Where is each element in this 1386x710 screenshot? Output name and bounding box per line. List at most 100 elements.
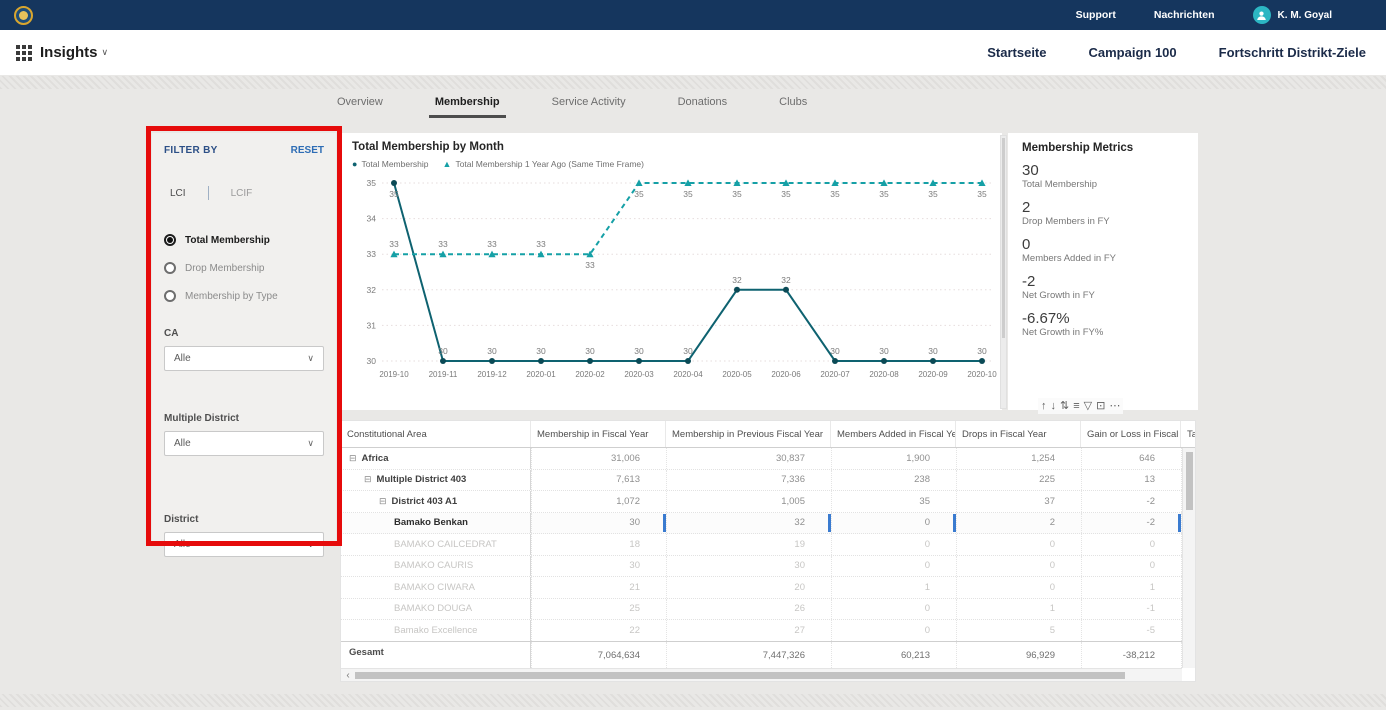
dropdown-select-ca[interactable]: Alle∨	[164, 346, 324, 371]
focus-mode-icon[interactable]: ⊡	[1096, 399, 1105, 413]
table-row-bamako-cauris[interactable]: BAMAKO CAURIS3030000	[341, 556, 1182, 578]
table-row-bamako-ciwara[interactable]: BAMAKO CIWARA2120101	[341, 577, 1182, 599]
scrollbar-thumb[interactable]	[355, 672, 1125, 679]
cell-value: 22	[531, 620, 666, 641]
filter-icon[interactable]: ▽	[1084, 399, 1092, 413]
y-axis-label: 34	[367, 214, 377, 224]
appbar-link-startseite[interactable]: Startseite	[987, 45, 1046, 60]
app-bar: Insights ∨ Startseite Campaign 100 Fortsch…	[0, 30, 1386, 75]
toggle-divider	[208, 186, 209, 200]
navbar-link-nachrichten[interactable]: Nachrichten	[1154, 9, 1215, 21]
radio-icon	[164, 262, 176, 274]
chevron-down-icon: ∨	[307, 438, 314, 449]
dropdown-group-multiple-district: Multiple DistrictAlle∨	[164, 413, 324, 456]
appbar-link-fortschritt-distrikt-ziele[interactable]: Fortschritt Distrikt-Ziele	[1219, 45, 1366, 60]
texture-band-top	[0, 76, 1386, 89]
top-navbar: Support Nachrichten K. M. Goyal	[0, 0, 1386, 30]
x-axis-label: 2020-06	[771, 370, 801, 379]
drill-up-icon[interactable]: ↑	[1041, 399, 1047, 413]
column-header-membership-in-fiscal-year[interactable]: Membership in Fiscal Year	[531, 421, 666, 447]
expand-all-levels-icon[interactable]: ≡	[1073, 399, 1079, 413]
column-header-gain-or-loss-in-fiscal-year[interactable]: Gain or Loss in Fiscal Year	[1081, 421, 1181, 447]
apps-grid-icon[interactable]	[16, 45, 32, 61]
tab-service-activity[interactable]: Service Activity	[552, 96, 626, 114]
app-title[interactable]: Insights	[40, 44, 98, 61]
reset-button[interactable]: RESET	[291, 145, 324, 156]
membership-chart-card: Total Membership by Month ●Total Members…	[340, 133, 1002, 410]
x-axis-label: 2020-07	[820, 370, 850, 379]
tab-membership[interactable]: Membership	[435, 96, 500, 114]
expand-toggle-icon[interactable]: ⊟	[364, 474, 372, 485]
texture-band-bottom	[0, 694, 1386, 707]
data-label: 35	[389, 189, 399, 199]
legend-item-total-membership-1-year-ago-same-time-frame[interactable]: ▲Total Membership 1 Year Ago (Same Time …	[443, 159, 644, 169]
lions-logo[interactable]	[14, 6, 33, 25]
data-label: 33	[438, 239, 448, 249]
x-axis-label: 2020-01	[526, 370, 556, 379]
row-label-cell: Bamako Excellence	[341, 620, 531, 641]
chevron-down-icon: ∨	[102, 47, 109, 58]
data-label: 30	[585, 346, 595, 356]
membership-line-chart[interactable]: 3031323334352019-102019-112019-122020-01…	[352, 169, 997, 391]
metric-label: Drop Members in FY	[1022, 216, 1184, 227]
metric-value: -2	[1022, 273, 1184, 290]
expand-toggle-icon[interactable]: ⊟	[379, 496, 387, 507]
dropdown-select-multiple-district[interactable]: Alle ∨	[164, 431, 324, 456]
radio-option-membership-by-type[interactable]: Membership by Type	[164, 290, 324, 302]
data-label: 35	[683, 189, 693, 199]
data-label: 30	[487, 346, 497, 356]
data-label: 30	[928, 346, 938, 356]
metric-label: Net Growth in FY%	[1022, 327, 1184, 338]
column-header-members-added-in-fiscal-year[interactable]: Members Added in Fiscal Year	[831, 421, 956, 447]
table-row-bamako-cailcedrat[interactable]: BAMAKO CAILCEDRAT1819000	[341, 534, 1182, 556]
radio-option-total-membership[interactable]: Total Membership	[164, 234, 324, 246]
table-row-multiple-district-403[interactable]: ⊟Multiple District 4037,6137,33623822513	[341, 470, 1182, 492]
y-axis-label: 31	[367, 320, 377, 330]
drill-down-icon[interactable]: ↓	[1051, 399, 1057, 413]
data-point	[734, 287, 740, 293]
tab-donations[interactable]: Donations	[678, 96, 728, 114]
dropdown-select-district[interactable]: Alle∨	[164, 532, 324, 557]
user-menu[interactable]: K. M. Goyal	[1253, 6, 1332, 24]
navbar-link-support[interactable]: Support	[1076, 9, 1116, 21]
table-row-bamako-excellence[interactable]: Bamako Excellence222705-5	[341, 620, 1182, 641]
expand-toggle-icon[interactable]: ⊟	[349, 453, 357, 464]
table-row-bamako-benkan[interactable]: Bamako Benkan303202-2	[341, 513, 1182, 535]
row-label: Bamako Excellence	[394, 625, 477, 636]
data-point	[391, 180, 397, 186]
scroll-left-icon[interactable]: ‹	[341, 670, 355, 681]
x-axis-label: 2019-11	[429, 370, 458, 379]
column-header-ta[interactable]: Ta	[1181, 421, 1196, 447]
column-header-constitutional-area[interactable]: Constitutional Area	[341, 421, 531, 447]
org-toggle-lcif[interactable]: LCIF	[231, 188, 253, 199]
appbar-link-campaign-100[interactable]: Campaign 100	[1088, 45, 1176, 60]
legend-item-total-membership[interactable]: ●Total Membership	[352, 159, 429, 169]
avatar	[1253, 6, 1271, 24]
cell-value: 35	[831, 491, 956, 512]
tab-overview[interactable]: Overview	[337, 96, 383, 114]
radio-option-drop-membership[interactable]: Drop Membership	[164, 262, 324, 274]
x-axis-label: 2019-12	[477, 370, 507, 379]
column-header-membership-in-previous-fiscal-year[interactable]: Membership in Previous Fiscal Year	[666, 421, 831, 447]
metrics-scrollbar[interactable]	[1000, 135, 1007, 409]
table-row-africa[interactable]: ⊟Africa31,00630,8371,9001,254646	[341, 448, 1182, 470]
user-name: K. M. Goyal	[1278, 10, 1332, 21]
total-cell-value: 96,929	[956, 642, 1081, 668]
cell-value: 7,613	[531, 470, 666, 491]
org-toggle-lci[interactable]: LCI	[170, 188, 186, 199]
dropdown-label: CA	[164, 328, 324, 339]
cell-value: 0	[831, 620, 956, 641]
data-label: 33	[536, 239, 546, 249]
tab-clubs[interactable]: Clubs	[779, 96, 807, 114]
dropdown-value: Alle	[174, 438, 191, 449]
table-horizontal-scrollbar[interactable]: ‹	[341, 668, 1182, 681]
expand-next-level-icon[interactable]: ⇅	[1060, 399, 1069, 413]
column-header-drops-in-fiscal-year[interactable]: Drops in Fiscal Year	[956, 421, 1081, 447]
data-label: 30	[438, 346, 448, 356]
data-label: 30	[634, 346, 644, 356]
table-vertical-scrollbar[interactable]	[1182, 448, 1195, 668]
more-options-icon[interactable]: ⋯	[1109, 399, 1120, 413]
table-row-district-403-a1[interactable]: ⊟District 403 A11,0721,0053537-2	[341, 491, 1182, 513]
cell-value: 30	[531, 556, 666, 577]
table-row-bamako-douga[interactable]: BAMAKO DOUGA252601-1	[341, 599, 1182, 621]
